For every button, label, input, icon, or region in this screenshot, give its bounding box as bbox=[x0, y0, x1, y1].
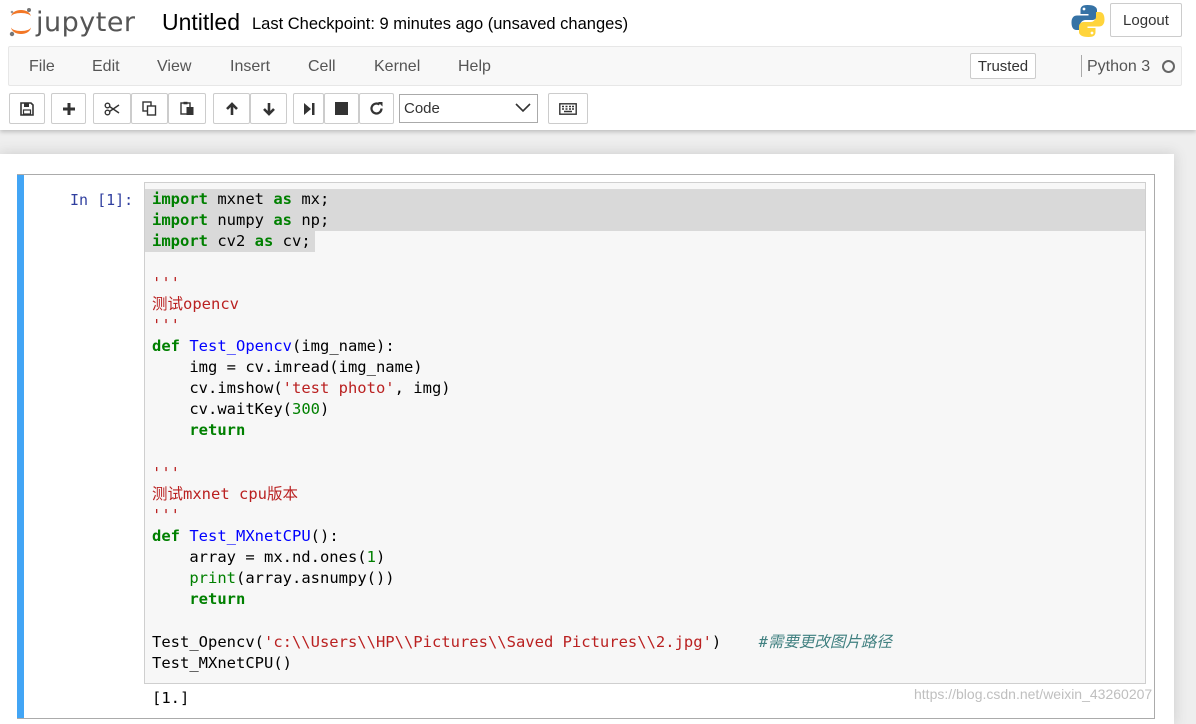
code-line: import mxnet as mx; bbox=[152, 190, 330, 208]
notebook-container: In [1]: import mxnet as mx; import numpy… bbox=[0, 154, 1174, 724]
keyboard-icon bbox=[559, 102, 577, 115]
code-line: Test_MXnetCPU() bbox=[152, 654, 292, 672]
code-line: def Test_MXnetCPU(): bbox=[152, 527, 339, 545]
cell-selected-bar bbox=[17, 175, 24, 718]
code-line: img = cv.imread(img_name) bbox=[152, 358, 423, 376]
kernel-divider bbox=[1081, 55, 1082, 77]
input-prompt: In [1]: bbox=[70, 191, 134, 209]
move-down-button[interactable] bbox=[250, 93, 287, 124]
jupyter-logo-icon bbox=[9, 8, 31, 37]
cell-output: [1.] bbox=[152, 689, 190, 707]
code-line: array = mx.nd.ones(1) bbox=[152, 548, 386, 566]
arrow-down-icon bbox=[262, 102, 275, 116]
run-button[interactable] bbox=[293, 93, 324, 124]
notebook-title[interactable]: Untitled bbox=[162, 9, 240, 36]
save-icon bbox=[20, 101, 34, 116]
interrupt-button[interactable] bbox=[324, 93, 359, 124]
code-line: print(array.asnumpy()) bbox=[189, 569, 395, 587]
logo-text: jupyter bbox=[36, 6, 136, 38]
paste-button[interactable] bbox=[168, 93, 206, 124]
menu-kernel[interactable]: Kernel bbox=[374, 58, 420, 76]
menu-file[interactable]: File bbox=[29, 58, 55, 76]
menubar: File Edit View Insert Cell Kernel Help T… bbox=[8, 46, 1182, 86]
code-line: import cv2 as cv; bbox=[152, 232, 311, 250]
code-line: ''' bbox=[152, 464, 180, 482]
header: jupyter Untitled Last Checkpoint: 9 minu… bbox=[0, 0, 1196, 130]
arrow-up-icon bbox=[225, 101, 238, 115]
trusted-indicator[interactable]: Trusted bbox=[970, 53, 1036, 79]
insert-cell-button[interactable] bbox=[51, 93, 86, 124]
kernel-idle-icon bbox=[1162, 60, 1175, 73]
code-line: 测试mxnet cpu版本 bbox=[152, 485, 298, 503]
menu-cell[interactable]: Cell bbox=[308, 58, 336, 76]
code-line: def Test_Opencv(img_name): bbox=[152, 337, 395, 355]
code-line: Test_Opencv('c:\\Users\\HP\\Pictures\\Sa… bbox=[152, 633, 892, 651]
code-line: ''' bbox=[152, 316, 180, 334]
cell-type-value: Code bbox=[404, 100, 440, 117]
menu-edit[interactable]: Edit bbox=[92, 58, 120, 76]
code-line: return bbox=[189, 590, 246, 608]
code-line: return bbox=[189, 421, 246, 439]
run-step-icon bbox=[303, 102, 314, 115]
save-button[interactable] bbox=[9, 93, 45, 124]
plus-icon bbox=[62, 102, 75, 115]
logout-button[interactable]: Logout bbox=[1110, 3, 1182, 37]
code-line: ''' bbox=[152, 506, 180, 524]
checkpoint-status: Last Checkpoint: 9 minutes ago (unsaved … bbox=[252, 15, 629, 33]
code-line: 测试opencv bbox=[152, 295, 239, 313]
kernel-name[interactable]: Python 3 bbox=[1087, 58, 1150, 76]
code-editor[interactable]: import mxnet as mx; import numpy as np; … bbox=[144, 182, 1146, 684]
menu-help[interactable]: Help bbox=[458, 58, 491, 76]
code-line: cv.imshow('test photo', img) bbox=[152, 379, 451, 397]
code-line: import numpy as np; bbox=[152, 211, 330, 229]
paste-icon bbox=[179, 101, 193, 115]
restart-button[interactable] bbox=[359, 93, 394, 124]
move-up-button[interactable] bbox=[213, 93, 250, 124]
copy-icon bbox=[142, 101, 157, 116]
cut-button[interactable] bbox=[93, 93, 131, 124]
menu-insert[interactable]: Insert bbox=[230, 58, 270, 76]
cut-icon bbox=[104, 102, 120, 115]
jupyter-logo[interactable]: jupyter bbox=[8, 5, 136, 39]
menu-view[interactable]: View bbox=[157, 58, 191, 76]
command-palette-button[interactable] bbox=[548, 93, 588, 124]
restart-icon bbox=[370, 102, 383, 115]
stop-icon bbox=[335, 102, 348, 115]
python-logo-icon bbox=[1070, 3, 1106, 44]
chevron-down-icon bbox=[515, 103, 531, 113]
code-cell[interactable]: In [1]: import mxnet as mx; import numpy… bbox=[17, 174, 1155, 719]
cell-type-select[interactable]: Code bbox=[399, 94, 538, 123]
code-line: ''' bbox=[152, 274, 180, 292]
watermark: https://blog.csdn.net/weixin_43260207 bbox=[914, 686, 1153, 702]
code-line: cv.waitKey(300) bbox=[152, 400, 330, 418]
copy-button[interactable] bbox=[131, 93, 168, 124]
